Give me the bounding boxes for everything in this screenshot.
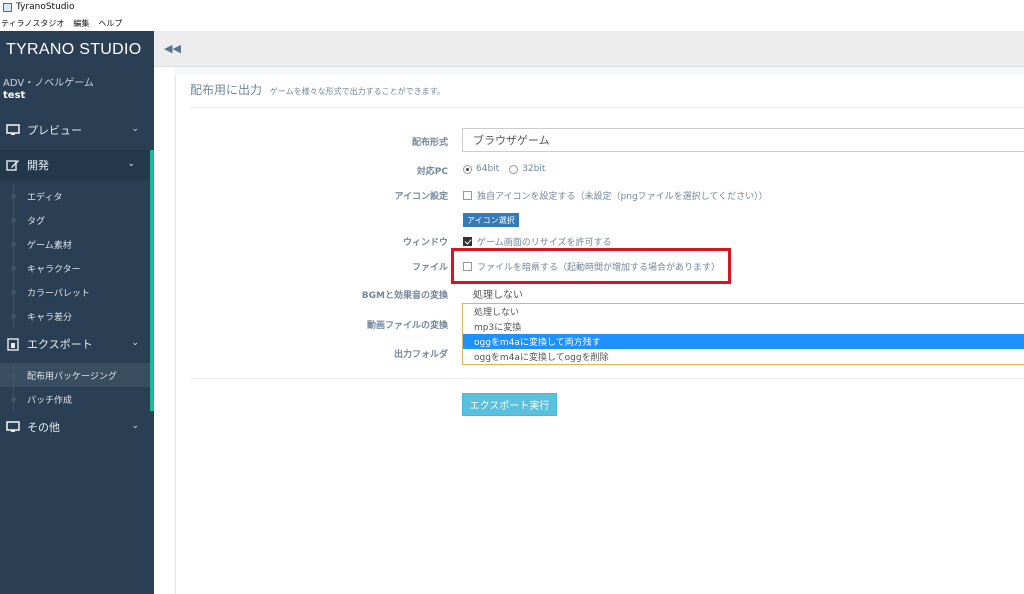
sidebar-item-packaging[interactable]: 配布用パッケージング [0,363,150,387]
export-icon [5,337,21,351]
page-subtitle: ゲームを様々な形式で出力することができます。 [269,87,445,96]
sidebar-item-game-assets[interactable]: ゲーム素材 [0,232,150,256]
icon-checkbox[interactable] [463,191,472,200]
page-title: 配布用に出力 ゲームを様々な形式で出力することができます。 [190,81,445,98]
top-nav: ◀◀ [154,31,1024,67]
sidebar-section-label: 開発 [27,159,49,172]
radio-64bit-label: 64bit [476,164,500,174]
menu-help[interactable]: ヘルプ [98,18,122,29]
bgm-select[interactable]: 処理しない [462,284,1024,303]
collapse-sidebar-icon[interactable]: ◀◀ [164,42,181,55]
export-submenu: 配布用パッケージング パッチ作成 [0,363,150,411]
bgm-label: BGMと効果音の変換 [361,291,448,301]
form-divider [190,378,1024,379]
window-titlebar: TyranoStudio [0,0,1024,14]
main-content: 配布用に出力 ゲームを様々な形式で出力することができます。 配布形式 ブラウザゲ… [174,67,1024,594]
chevron-down-icon: ⌄ [131,338,139,348]
pc-radio-group: 64bit 32bit [463,164,545,174]
dev-submenu: エディタ タグ ゲーム素材 キャラクター カラーパレット キャラ差分 [0,184,150,328]
dropdown-option[interactable]: oggをm4aに変換してoggを削除 [463,349,1024,364]
dropdown-option[interactable]: mp3に変換 [463,319,1024,334]
icon-checkbox-row: 独自アイコンを設定する（未設定（pngファイルを選択してください）） [463,189,768,202]
window-title: TyranoStudio [16,2,75,12]
window-resize-label: ゲーム画面のリサイズを許可する [477,238,612,248]
chevron-down-icon: ⌄ [131,124,139,134]
menu-tyranostudio[interactable]: ティラノスタジオ [1,18,64,29]
monitor-icon [5,420,21,434]
sidebar-item-character-diff[interactable]: キャラ差分 [0,304,150,328]
project-type: ADV・ノベルゲーム [3,78,94,89]
sidebar-section-preview[interactable]: プレビュー ⌄ [0,115,154,145]
format-label: 配布形式 [411,138,448,148]
radio-32bit[interactable] [509,164,519,174]
brand-logo[interactable]: TYRANO STUDIO [6,41,141,59]
sidebar-section-label: プレビュー [27,124,82,137]
highlight-box [451,248,731,284]
sidebar: TYRANO STUDIO ADV・ノベルゲーム test プレビュー ⌄ 開発… [0,31,154,594]
icon-checkbox-label: 独自アイコンを設定する（未設定（pngファイルを選択してください）） [477,192,768,202]
sidebar-item-character[interactable]: キャラクター [0,256,150,280]
sidebar-item-patch[interactable]: パッチ作成 [0,387,150,411]
bgm-dropdown-list: 処理しない mp3に変換 oggをm4aに変換して両方残す oggをm4aに変換… [462,303,1024,365]
dropdown-option-selected[interactable]: oggをm4aに変換して両方残す [463,334,1024,349]
sidebar-section-label: エクスポート [27,338,93,351]
sidebar-section-label: その他 [27,421,60,434]
window-checkbox-row: ゲーム画面のリサイズを許可する [463,235,611,248]
menubar: ティラノスタジオ 編集 ヘルプ [0,16,1024,30]
chevron-down-icon: ⌄ [131,421,139,431]
active-indicator [150,150,154,411]
sidebar-section-dev[interactable]: 開発 ⌄ [0,150,154,180]
radio-64bit[interactable] [463,164,472,174]
monitor-icon [5,123,21,137]
file-label: ファイル [411,263,448,273]
window-resize-checkbox[interactable] [463,237,472,246]
page-title-text: 配布用に出力 [190,83,263,97]
export-run-button[interactable]: エクスポート実行 [462,393,557,416]
sidebar-item-color-palette[interactable]: カラーパレット [0,280,150,304]
sidebar-section-export[interactable]: エクスポート ⌄ [0,329,154,359]
dropdown-option[interactable]: 処理しない [463,304,1024,319]
menu-edit[interactable]: 編集 [73,18,89,29]
pc-label: 対応PC [416,167,448,177]
project-name: test [3,90,26,101]
sidebar-item-editor[interactable]: エディタ [0,184,150,208]
window-label: ウィンドウ [402,238,448,248]
icon-label: アイコン設定 [394,192,448,202]
radio-32bit-label: 32bit [522,164,546,174]
video-label: 動画ファイルの変換 [366,321,448,331]
icon-select-button[interactable]: アイコン選択 [463,213,519,227]
sidebar-section-other[interactable]: その他 ⌄ [0,412,154,442]
chevron-down-icon: ⌄ [127,159,135,169]
export-panel: 配布用に出力 ゲームを様々な形式で出力することができます。 配布形式 ブラウザゲ… [175,75,1024,594]
title-divider [190,107,1024,108]
app-icon [3,2,12,12]
edit-icon [5,158,21,172]
sidebar-item-tag[interactable]: タグ [0,208,150,232]
output-folder-label: 出力フォルダ [393,350,448,360]
format-select[interactable]: ブラウザゲーム [462,128,1024,152]
